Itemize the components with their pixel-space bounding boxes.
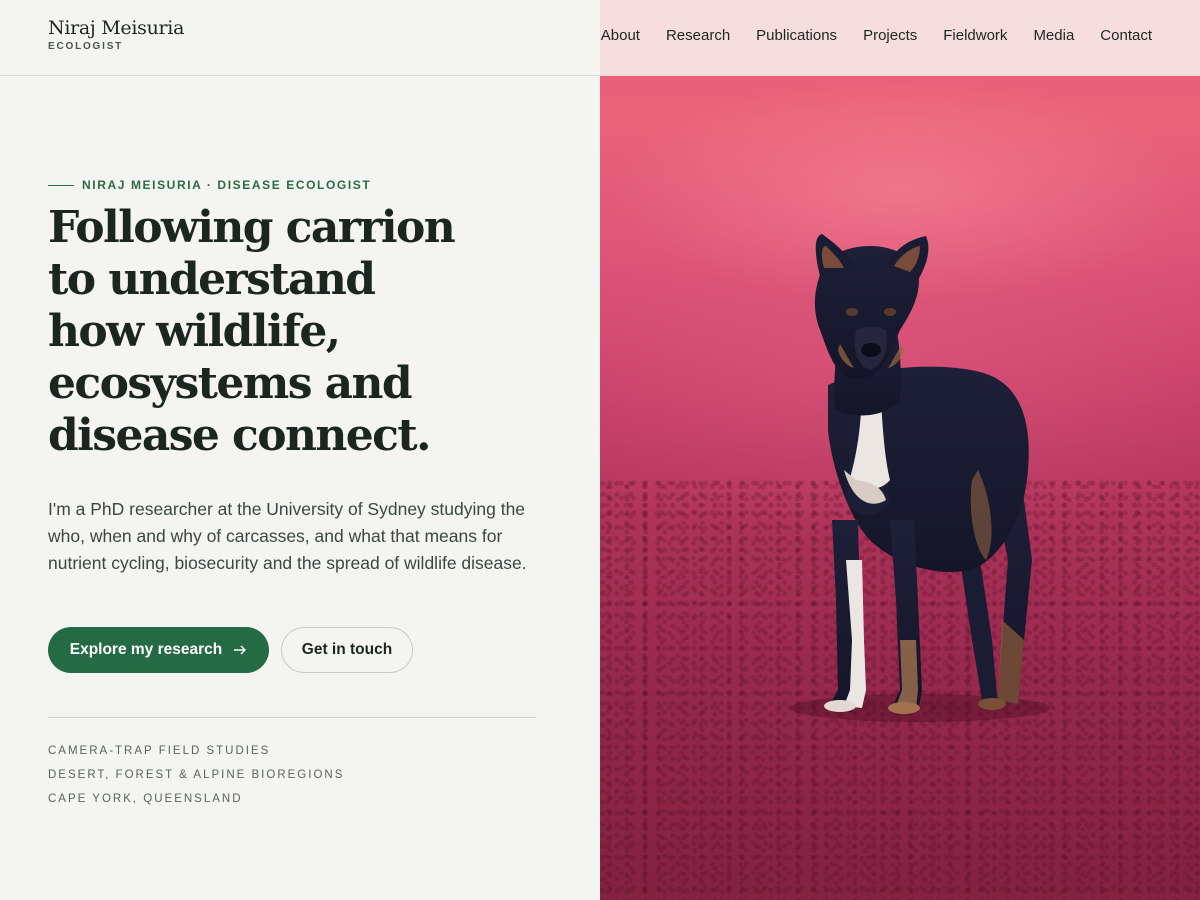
fact-item: CAPE YORK, QUEENSLAND	[48, 793, 243, 805]
dingo-illustration	[790, 234, 1050, 722]
explore-research-label: Explore my research	[69, 641, 223, 658]
nav-item-research[interactable]: Research	[666, 27, 730, 44]
hero-facts-list: CAMERA-TRAP FIELD STUDIES DESERT, FOREST…	[48, 739, 344, 811]
brand-role: ECOLOGIST	[48, 41, 124, 52]
brand-name: Niraj Meisuria	[48, 17, 185, 39]
brand-logo-link[interactable]: Niraj Meisuria ECOLOGIST	[48, 17, 184, 52]
headline-line: disease connect.	[48, 410, 431, 461]
headline-line: ecosystems and	[48, 358, 413, 409]
fact-item: CAMERA-TRAP FIELD STUDIES	[48, 745, 271, 757]
nav-item-projects[interactable]: Projects	[863, 27, 917, 44]
headline-line: how wildlife,	[48, 306, 341, 357]
main-nav: About Research Publications Projects Fie…	[601, 27, 1152, 44]
hero-photo	[600, 0, 1200, 900]
hero-divider	[48, 717, 536, 718]
headline-line: Following carrion	[48, 202, 456, 253]
arrow-right-icon	[234, 645, 247, 655]
hero-lede: I'm a PhD researcher at the University o…	[48, 499, 527, 573]
nav-item-about[interactable]: About	[601, 27, 640, 44]
fact-item: DESERT, FOREST & ALPINE BIOREGIONS	[48, 769, 345, 781]
get-in-touch-button[interactable]: Get in touch	[281, 627, 413, 673]
nav-item-publications[interactable]: Publications	[756, 27, 837, 44]
headline-line: to understand	[48, 254, 376, 305]
nav-item-contact[interactable]: Contact	[1100, 27, 1152, 44]
hero-headline: Following carrion to understand how wild…	[48, 202, 488, 462]
eyebrow-rule	[48, 184, 74, 186]
nav-item-fieldwork[interactable]: Fieldwork	[943, 27, 1007, 44]
explore-research-button[interactable]: Explore my research	[48, 627, 269, 673]
site-header: Niraj Meisuria ECOLOGIST About Research …	[0, 0, 1200, 76]
hero-eyebrow: NIRAJ MEISURIA · DISEASE ECOLOGIST	[48, 178, 371, 192]
nav-item-media[interactable]: Media	[1033, 27, 1074, 44]
eyebrow-text: NIRAJ MEISURIA · DISEASE ECOLOGIST	[82, 178, 372, 192]
